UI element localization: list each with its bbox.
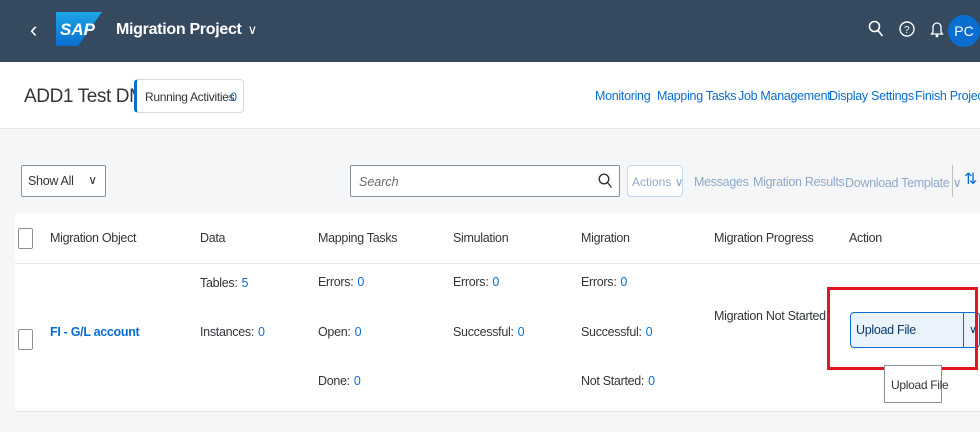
simulation-errors-label: Errors: xyxy=(453,275,489,289)
back-button[interactable]: ‹ xyxy=(30,17,37,43)
nav-finish-project[interactable]: Finish Project xyxy=(915,89,980,103)
simulation-successful: Successful: 0 xyxy=(453,325,525,339)
mapping-done-label: Done: xyxy=(318,374,350,388)
filter-select[interactable]: Show All ∨ xyxy=(21,165,106,197)
column-header-data[interactable]: Data xyxy=(200,231,226,245)
mapping-open-label: Open: xyxy=(318,325,351,339)
column-header-migration-progress[interactable]: Migration Progress xyxy=(714,231,814,245)
data-instances-value[interactable]: 0 xyxy=(258,325,265,339)
search-icon[interactable] xyxy=(868,20,884,43)
search-icon[interactable] xyxy=(598,172,613,195)
column-header-migration-object[interactable]: Migration Object xyxy=(50,231,137,245)
nav-monitoring[interactable]: Monitoring xyxy=(595,89,651,103)
shell-bar: ‹ SAP Migration Project ∨ ? PC xyxy=(0,0,980,62)
highlight-annotation-box xyxy=(827,287,978,370)
running-activities-button[interactable]: Running Activities 0 xyxy=(134,79,244,113)
simulation-errors-value[interactable]: 0 xyxy=(492,275,499,289)
mapping-done: Done: 0 xyxy=(318,374,361,388)
column-header-simulation[interactable]: Simulation xyxy=(453,231,509,245)
running-activities-label: Running Activities xyxy=(145,90,235,104)
mapping-done-value[interactable]: 0 xyxy=(354,374,361,388)
migration-errors-label: Errors: xyxy=(581,275,617,289)
migration-successful: Successful: 0 xyxy=(581,325,653,339)
download-template-label: Download Template xyxy=(845,176,950,190)
simulation-errors: Errors: 0 xyxy=(453,275,499,289)
download-template-button[interactable]: Download Template ∨ xyxy=(845,175,962,190)
running-activities-count: 0 xyxy=(230,90,237,104)
toolbar-divider xyxy=(952,165,953,197)
actions-label: Actions xyxy=(632,175,672,189)
select-all-checkbox[interactable] xyxy=(18,228,33,249)
migration-errors-value[interactable]: 0 xyxy=(620,275,627,289)
nav-mapping-tasks[interactable]: Mapping Tasks xyxy=(657,89,737,103)
search-placeholder: Search xyxy=(359,175,399,189)
simulation-successful-label: Successful: xyxy=(453,325,514,339)
mapping-open: Open: 0 xyxy=(318,325,362,339)
chevron-down-icon: ∨ xyxy=(88,173,97,187)
data-tables-value[interactable]: 5 xyxy=(242,276,249,290)
app-title: Migration Project xyxy=(116,21,242,38)
sort-icon[interactable]: ⇅ xyxy=(964,169,977,189)
migration-not-started: Not Started: 0 xyxy=(581,374,655,388)
data-tables-label: Tables: xyxy=(200,276,238,290)
app-title-menu[interactable]: Migration Project ∨ xyxy=(116,21,257,39)
help-icon[interactable]: ? xyxy=(899,20,915,43)
migration-not-started-label: Not Started: xyxy=(581,374,645,388)
table-toolbar: Show All ∨ Search Actions ∨ Messages Mig… xyxy=(0,129,980,213)
chevron-down-icon: ∨ xyxy=(952,176,962,190)
table-header: Migration Object Data Mapping Tasks Simu… xyxy=(15,213,980,264)
migration-results-button[interactable]: Migration Results xyxy=(753,175,845,189)
sap-logo-text: SAP xyxy=(60,20,96,39)
notification-bell-icon[interactable] xyxy=(930,20,944,43)
messages-button[interactable]: Messages xyxy=(694,175,749,189)
mapping-errors-label: Errors: xyxy=(318,275,354,289)
search-input[interactable]: Search xyxy=(350,165,620,197)
simulation-successful-value[interactable]: 0 xyxy=(518,325,525,339)
nav-job-management[interactable]: Job Management xyxy=(738,89,831,103)
sap-logo[interactable]: SAP xyxy=(56,12,102,46)
migration-errors: Errors: 0 xyxy=(581,275,627,289)
chevron-down-icon: ∨ xyxy=(247,22,258,37)
migration-progress-status: Migration Not Started xyxy=(714,309,826,323)
project-header: ADD1 Test DMC Running Activities 0 Monit… xyxy=(0,62,980,129)
column-header-action[interactable]: Action xyxy=(849,231,882,245)
data-tables: Tables: 5 xyxy=(200,276,248,290)
data-instances-label: Instances: xyxy=(200,325,254,339)
mapping-errors-value[interactable]: 0 xyxy=(357,275,364,289)
filter-select-value: Show All xyxy=(28,174,74,188)
actions-menu-button[interactable]: Actions ∨ xyxy=(627,165,684,197)
mapping-open-value[interactable]: 0 xyxy=(355,325,362,339)
user-avatar[interactable]: PC xyxy=(948,15,980,47)
row-checkbox[interactable] xyxy=(18,329,33,350)
mapping-errors: Errors: 0 xyxy=(318,275,364,289)
column-header-mapping-tasks[interactable]: Mapping Tasks xyxy=(318,231,398,245)
svg-text:?: ? xyxy=(904,25,910,36)
migration-successful-label: Successful: xyxy=(581,325,642,339)
upload-file-tooltip: Upload File xyxy=(884,365,949,403)
nav-display-settings[interactable]: Display Settings xyxy=(829,89,914,103)
chevron-down-icon: ∨ xyxy=(674,175,684,189)
migration-object-link[interactable]: FI - G/L account xyxy=(50,325,140,339)
migration-not-started-value[interactable]: 0 xyxy=(648,374,655,388)
migration-successful-value[interactable]: 0 xyxy=(646,325,653,339)
data-instances: Instances: 0 xyxy=(200,325,265,339)
column-header-migration[interactable]: Migration xyxy=(581,231,630,245)
